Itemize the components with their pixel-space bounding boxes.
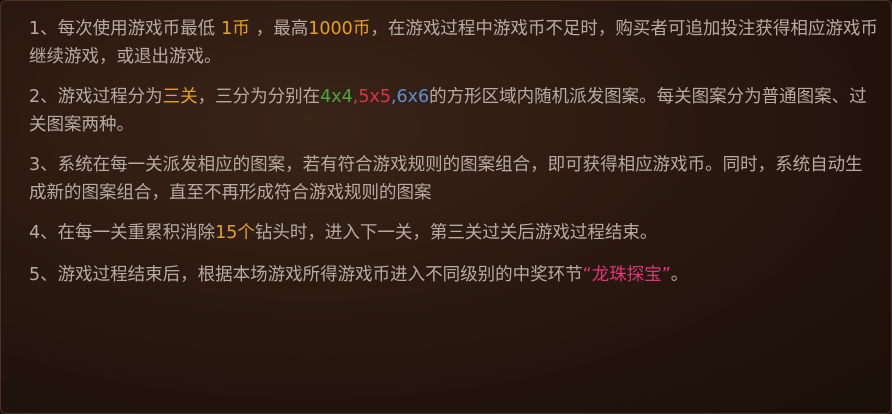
rule-2-grid-5x5: 5x5 [358, 87, 391, 107]
rule-4: 4、在每一关重累积消除15个钻头时，进入下一关，第三关过关后游戏过程结束。 [29, 219, 879, 247]
rule-2-grid-6x6: 6x6 [396, 87, 430, 107]
rule-5-text-b: 。 [670, 265, 689, 285]
rule-5: 5、游戏过程结束后，根据本场游戏所得游戏币进入不同级别的中奖环节“龙珠探宝”。 [29, 261, 879, 289]
rule-2-grid-4x4: 4x4 [320, 87, 353, 107]
rule-4-text-a: 4、在每一关重累积消除 [29, 223, 216, 243]
rule-1: 1、每次使用游戏币最低 1币 ，最高1000币，在游戏过程中游戏币不足时，购买者可追… [29, 15, 879, 71]
rule-1-text-a: 1、每次使用游戏币最低 [29, 19, 216, 39]
rule-4-count: 15个 [215, 223, 255, 243]
rule-2-text-a: 2、游戏过程分为 [29, 87, 163, 107]
rule-4-text-b: 钻头时，进入下一关，第三关过关后游戏过程结束。 [254, 223, 658, 243]
rule-2-text-b: ，三分为分别在 [197, 87, 321, 107]
rule-2-levels: 三关 [162, 87, 198, 107]
rule-3: 3、系统在每一关派发相应的图案，若有符合游戏规则的图案组合，即可获得相应游戏币。… [29, 151, 879, 207]
rule-1-min-bet: 1币 [221, 19, 250, 39]
rules-panel: 1、每次使用游戏币最低 1币 ，最高1000币，在游戏过程中游戏币不足时，购买者可追… [0, 0, 892, 414]
rule-5-text-a: 5、游戏过程结束后，根据本场游戏所得游戏币进入不同级别的中奖环节 [29, 265, 583, 285]
rule-2: 2、游戏过程分为三关，三分为分别在4x4,5x5,6x6的方形区域内随机派发图案… [29, 83, 879, 139]
rule-3-text: 3、系统在每一关派发相应的图案，若有符合游戏规则的图案组合，即可获得相应游戏币。… [29, 155, 863, 203]
rules-list: 1、每次使用游戏币最低 1币 ，最高1000币，在游戏过程中游戏币不足时，购买者可追… [29, 15, 879, 301]
rule-1-text-b: ，最高 [255, 19, 309, 39]
rule-5-bonus-game: “龙珠探宝” [582, 265, 671, 285]
rule-1-max-bet: 1000币 [308, 19, 371, 39]
